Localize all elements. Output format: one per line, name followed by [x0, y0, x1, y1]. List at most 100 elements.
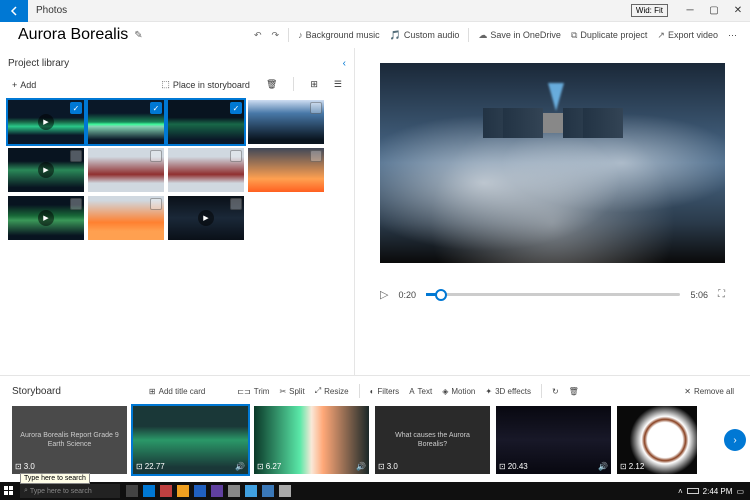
library-item[interactable]: ▶✓ [168, 196, 244, 240]
window-fit-label[interactable]: Wid: Fit [631, 4, 668, 17]
place-storyboard-button[interactable]: ⬚Place in storyboard [157, 77, 254, 92]
taskbar-app-icon[interactable] [279, 485, 291, 497]
clip-caption: Aurora Borealis Report Grade 9 Earth Sci… [18, 431, 122, 449]
checkbox-icon[interactable]: ✓ [310, 150, 322, 162]
fullscreen-icon[interactable]: ⛶ [718, 289, 725, 300]
taskbar-app-icon[interactable] [245, 485, 257, 497]
resize-icon: ⤢ [315, 386, 321, 396]
3d-effects-button[interactable]: ✦3D effects [481, 385, 535, 398]
storyboard-clip[interactable]: ⊡ 22.77🔊 [133, 406, 248, 474]
library-item[interactable]: ▶✓ [8, 100, 84, 144]
grid-view-button[interactable]: ⊞ [306, 77, 322, 92]
remove-all-button[interactable]: ✕Remove all [680, 385, 738, 398]
checkbox-icon[interactable]: ✓ [230, 198, 242, 210]
storyboard-clips: Aurora Borealis Report Grade 9 Earth Sci… [12, 406, 738, 474]
duplicate-project-button[interactable]: ⧉Duplicate project [566, 25, 652, 45]
taskbar-app-icon[interactable] [160, 485, 172, 497]
checkbox-icon[interactable]: ✓ [150, 198, 162, 210]
clip-duration: ⊡ 3.0 [15, 462, 35, 471]
delete-button[interactable]: 🗑 [262, 77, 281, 92]
library-item[interactable]: ✓ [88, 196, 164, 240]
notifications-icon[interactable]: ▭ [736, 487, 744, 496]
custom-audio-button[interactable]: 🎵Custom audio [385, 25, 465, 45]
place-icon: ⬚ [161, 79, 170, 90]
add-title-card-button[interactable]: ⊞Add title card [145, 385, 209, 398]
storyboard-clip[interactable]: ⊡ 20.43🔊 [496, 406, 611, 474]
scrubber-thumb[interactable] [435, 289, 447, 301]
library-item[interactable]: ✓ [88, 148, 164, 192]
list-icon: ☰ [334, 79, 342, 90]
clip-caption: What causes the Aurora Borealis? [381, 431, 485, 449]
storyboard-clip[interactable]: Aurora Borealis Report Grade 9 Earth Sci… [12, 406, 127, 474]
resize-button[interactable]: ⤢Resize [311, 384, 353, 398]
plus-icon: + [12, 80, 17, 90]
maximize-button[interactable]: ▢ [705, 2, 723, 20]
storyboard-clip[interactable]: What causes the Aurora Borealis? ⊡ 3.0 [375, 406, 490, 474]
library-item[interactable]: ▶✓ [8, 148, 84, 192]
save-onedrive-button[interactable]: ☁Save in OneDrive [473, 25, 566, 45]
redo-button[interactable]: ↷ [267, 25, 285, 45]
library-item[interactable]: ✓ [168, 100, 244, 144]
task-view-icon[interactable] [126, 485, 138, 497]
storyboard-panel: Storyboard ⊞Add title card ⊏⊐Trim ✂Split… [0, 375, 750, 482]
library-item[interactable]: ▶✓ [8, 196, 84, 240]
checkmark-icon: ✓ [70, 102, 82, 114]
back-button[interactable] [0, 0, 28, 22]
background-music-button[interactable]: ♪Background music [293, 25, 385, 45]
app-title: Photos [36, 5, 67, 16]
next-clips-button[interactable]: › [724, 429, 746, 451]
library-item[interactable]: ✓ [248, 148, 324, 192]
split-button[interactable]: ✂Split [275, 385, 308, 398]
library-item[interactable]: ✓ [248, 100, 324, 144]
taskbar-app-icon[interactable] [143, 485, 155, 497]
clock[interactable]: 2:44 PM [703, 487, 733, 496]
battery-icon[interactable] [687, 488, 699, 494]
taskbar-app-icon[interactable] [228, 485, 240, 497]
library-item[interactable]: ✓ [88, 100, 164, 144]
edit-title-icon[interactable]: ✎ [134, 30, 142, 41]
tray-chevron-icon[interactable]: ˄ [678, 487, 683, 496]
preview-iss-graphic [483, 98, 623, 148]
checkbox-icon[interactable]: ✓ [70, 198, 82, 210]
filters-button[interactable]: ◐Filters [366, 385, 404, 398]
library-thumbnails: ▶✓ ✓ ✓ ✓ ▶✓ ✓ ✓ ✓ ▶✓ ✓ ▶✓ [8, 100, 346, 240]
library-item[interactable]: ✓ [168, 148, 244, 192]
volume-icon[interactable]: 🔊 [356, 462, 366, 471]
export-video-button[interactable]: ↗Export video [652, 25, 723, 45]
checkbox-icon[interactable]: ✓ [150, 150, 162, 162]
taskbar-app-icon[interactable] [211, 485, 223, 497]
undo-button[interactable]: ↶ [249, 25, 267, 45]
start-button[interactable] [0, 482, 18, 500]
storyboard-clip[interactable]: ⊡ 6.27🔊 [254, 406, 369, 474]
scrubber[interactable] [426, 293, 680, 296]
checkbox-icon[interactable]: ✓ [230, 150, 242, 162]
motion-button[interactable]: ◈Motion [438, 385, 479, 398]
close-button[interactable]: ✕ [729, 2, 747, 20]
collapse-library-icon[interactable]: ‹ [343, 58, 346, 69]
list-view-button[interactable]: ☰ [330, 77, 346, 92]
video-preview[interactable] [380, 63, 725, 263]
checkbox-icon[interactable]: ✓ [310, 102, 322, 114]
taskbar-app-icon[interactable] [262, 485, 274, 497]
more-button[interactable]: ⋯ [723, 25, 742, 45]
text-button[interactable]: AText [405, 385, 436, 398]
volume-icon[interactable]: 🔊 [235, 462, 245, 471]
project-toolbar: Aurora Borealis ✎ ↶ ↷ ♪Background music … [0, 22, 750, 48]
taskbar-app-icon[interactable] [194, 485, 206, 497]
trim-button[interactable]: ⊏⊐Trim [233, 385, 273, 398]
search-icon: ⌕ [24, 487, 28, 495]
delete-clip-button[interactable]: 🗑 [565, 385, 583, 398]
trash-icon: 🗑 [569, 387, 579, 396]
trim-icon: ⊏⊐ [237, 387, 250, 396]
rotate-button[interactable]: ↻ [548, 385, 563, 398]
close-icon: ✕ [684, 387, 691, 396]
checkbox-icon[interactable]: ✓ [70, 150, 82, 162]
minimize-button[interactable]: ─ [681, 2, 699, 20]
volume-icon[interactable]: 🔊 [598, 462, 608, 471]
play-button[interactable]: ▷ [380, 288, 388, 301]
preview-panel: ▷ 0:20 5:06 ⛶ [355, 48, 750, 375]
taskbar-app-icon[interactable] [177, 485, 189, 497]
storyboard-clip[interactable]: ⊡ 2.12 [617, 406, 697, 474]
taskbar-search[interactable]: Type here to search ⌕ Type here to searc… [20, 484, 120, 498]
add-media-button[interactable]: +Add [8, 78, 40, 92]
